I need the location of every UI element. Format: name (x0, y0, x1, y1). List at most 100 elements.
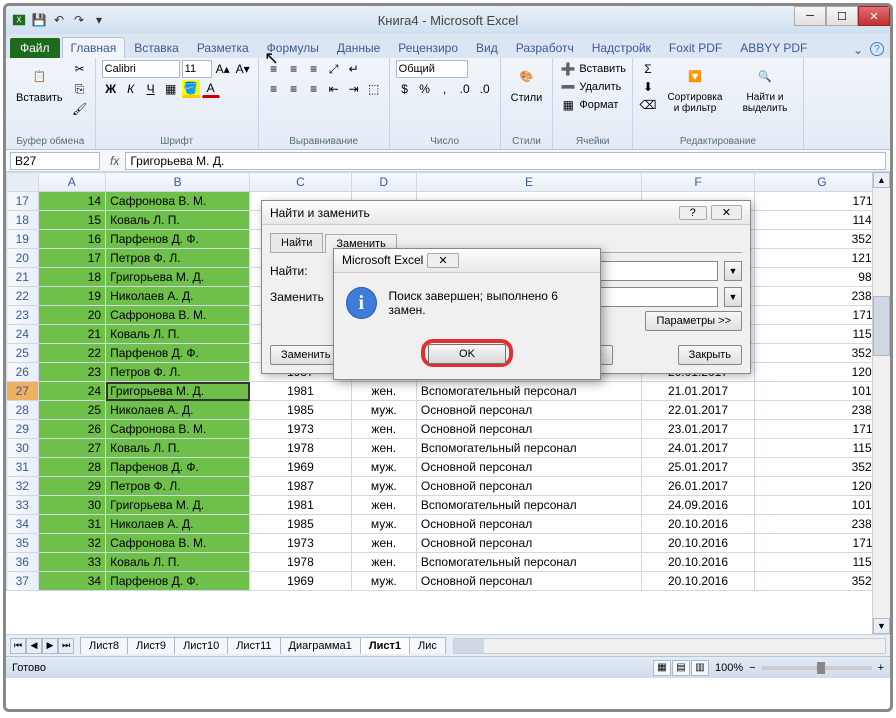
column-header-A[interactable]: A (38, 173, 106, 192)
cell[interactable]: муж. (351, 477, 416, 496)
cell[interactable]: 22.01.2017 (642, 401, 755, 420)
sheet-tab[interactable]: Лист8 (80, 637, 128, 654)
excel-icon[interactable]: X (10, 11, 28, 29)
bold-icon[interactable]: Ж (102, 80, 120, 98)
ribbon-tab-вставка[interactable]: Вставка (125, 37, 188, 58)
cell[interactable]: 17110 (754, 306, 889, 325)
cell[interactable]: Вспомогательный персонал (416, 382, 641, 401)
undo-icon[interactable]: ↶ (50, 11, 68, 29)
select-all-corner[interactable] (7, 173, 39, 192)
row-header[interactable]: 27 (7, 382, 39, 401)
cell[interactable]: 23.01.2017 (642, 420, 755, 439)
cell[interactable]: Коваль Л. П. (106, 439, 250, 458)
dialog-help-button[interactable]: ? (679, 206, 707, 220)
row-header[interactable]: 31 (7, 458, 39, 477)
maximize-button[interactable]: ☐ (826, 6, 858, 26)
styles-button[interactable]: 🎨 Стили (507, 60, 547, 106)
align-top-icon[interactable]: ≡ (265, 60, 283, 78)
cell[interactable]: Вспомогательный персонал (416, 553, 641, 572)
vscroll-thumb[interactable] (873, 296, 890, 356)
close-button[interactable]: ✕ (858, 6, 890, 26)
cell[interactable]: 11580 (754, 439, 889, 458)
cell[interactable]: Коваль Л. П. (106, 211, 250, 230)
cell[interactable]: Николаев А. Д. (106, 515, 250, 534)
percent-icon[interactable]: % (416, 80, 434, 98)
find-dropdown-icon[interactable]: ▼ (724, 261, 742, 281)
cell[interactable]: Григорьева М. Д. (106, 268, 250, 287)
cell[interactable]: 26 (38, 420, 106, 439)
find-select-button[interactable]: 🔍 Найти и выделить (733, 60, 797, 116)
row-header[interactable]: 37 (7, 572, 39, 591)
cell[interactable]: Основной персонал (416, 420, 641, 439)
increase-indent-icon[interactable]: ⇥ (345, 80, 363, 98)
cell[interactable]: 14 (38, 192, 106, 211)
align-middle-icon[interactable]: ≡ (285, 60, 303, 78)
params-button[interactable]: Параметры >> (645, 311, 742, 331)
cell[interactable]: 17115 (754, 192, 889, 211)
cell[interactable]: 25.01.2017 (642, 458, 755, 477)
ribbon-tab-вид[interactable]: Вид (467, 37, 507, 58)
cell[interactable]: 35254 (754, 230, 889, 249)
sheet-tab[interactable]: Лист10 (174, 637, 228, 654)
font-color-icon[interactable]: A (202, 80, 220, 98)
cell[interactable]: 18 (38, 268, 106, 287)
cell[interactable]: 10125 (754, 496, 889, 515)
msgbox-titlebar[interactable]: Microsoft Excel ✕ (334, 249, 600, 273)
cell[interactable]: 21.01.2017 (642, 382, 755, 401)
wrap-text-icon[interactable]: ↵ (345, 60, 363, 78)
cell[interactable]: Вспомогательный персонал (416, 439, 641, 458)
cell[interactable]: Петров Ф. Л. (106, 249, 250, 268)
paste-button[interactable]: 📋 Вставить (12, 60, 67, 106)
cell[interactable]: 12050 (754, 477, 889, 496)
cell[interactable]: Николаев А. Д. (106, 287, 250, 306)
row-header[interactable]: 22 (7, 287, 39, 306)
tab-find[interactable]: Найти (270, 233, 323, 252)
cell[interactable]: Николаев А. Д. (106, 401, 250, 420)
sheet-nav-button[interactable]: ⏭ (58, 638, 74, 654)
cell[interactable]: 1981 (250, 496, 351, 515)
cell[interactable]: Парфенов Д. Ф. (106, 344, 250, 363)
cell[interactable]: 17110 (754, 420, 889, 439)
cell[interactable]: 34 (38, 572, 106, 591)
cell[interactable]: муж. (351, 572, 416, 591)
italic-icon[interactable]: К (122, 80, 140, 98)
underline-icon[interactable]: Ч (142, 80, 160, 98)
cell[interactable]: муж. (351, 515, 416, 534)
cell[interactable]: жен. (351, 439, 416, 458)
cell[interactable]: 12102 (754, 249, 889, 268)
cell[interactable]: 1973 (250, 420, 351, 439)
autosum-icon[interactable]: Σ (639, 60, 657, 78)
cell[interactable]: 24.09.2016 (642, 496, 755, 515)
cell[interactable]: Основной персонал (416, 515, 641, 534)
cell[interactable]: Петров Ф. Л. (106, 363, 250, 382)
cell[interactable]: жен. (351, 553, 416, 572)
cell[interactable]: 20 (38, 306, 106, 325)
sheet-tab[interactable]: Лист11 (227, 637, 280, 654)
row-header[interactable]: 29 (7, 420, 39, 439)
cell[interactable]: 1985 (250, 401, 351, 420)
ribbon-tab-разметка[interactable]: Разметка (188, 37, 258, 58)
row-header[interactable]: 35 (7, 534, 39, 553)
row-header[interactable]: 21 (7, 268, 39, 287)
row-header[interactable]: 18 (7, 211, 39, 230)
horizontal-scrollbar[interactable] (453, 638, 886, 654)
column-header-E[interactable]: E (416, 173, 641, 192)
cell[interactable]: 1969 (250, 572, 351, 591)
sheet-nav-button[interactable]: ▶ (42, 638, 58, 654)
row-header[interactable]: 20 (7, 249, 39, 268)
cell[interactable]: Петров Ф. Л. (106, 477, 250, 496)
cell[interactable]: 24.01.2017 (642, 439, 755, 458)
orientation-icon[interactable]: ⤢ (325, 60, 343, 78)
increase-decimal-icon[interactable]: .0 (456, 80, 474, 98)
cell[interactable]: жен. (351, 382, 416, 401)
cell[interactable]: 16 (38, 230, 106, 249)
row-header[interactable]: 36 (7, 553, 39, 572)
cell[interactable]: жен. (351, 534, 416, 553)
cell[interactable]: муж. (351, 458, 416, 477)
comma-icon[interactable]: , (436, 80, 454, 98)
cell[interactable]: Основной персонал (416, 477, 641, 496)
minimize-ribbon-icon[interactable]: ⌄ (850, 42, 866, 58)
ribbon-tab-abbyy pdf[interactable]: ABBYY PDF (731, 37, 816, 58)
cut-icon[interactable]: ✂ (71, 60, 89, 78)
format-painter-icon[interactable]: 🖌 (71, 100, 89, 118)
